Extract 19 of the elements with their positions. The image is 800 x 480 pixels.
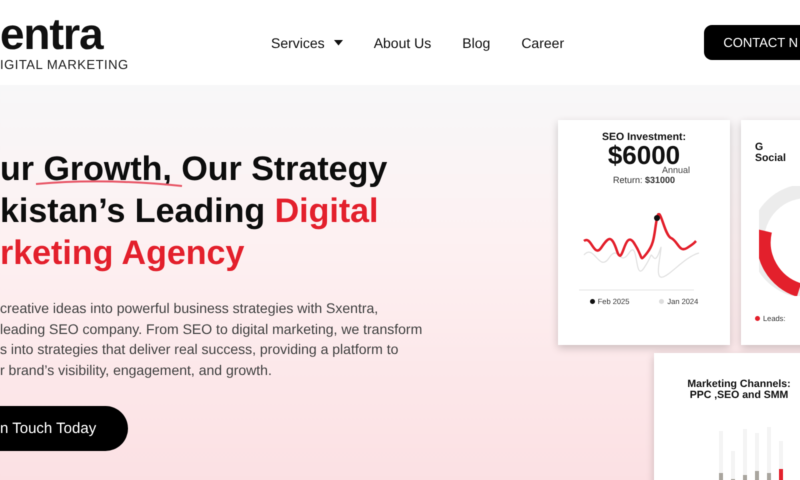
get-in-touch-button[interactable]: n Touch Today	[0, 406, 128, 451]
card-title: G	[755, 142, 764, 153]
logo-wordmark[interactable]: entra	[0, 15, 200, 55]
logo-tagline: IGITAL MARKETING	[0, 57, 130, 72]
period-label: Annual	[662, 165, 690, 175]
nav-link[interactable]: Services	[271, 34, 343, 50]
nav-link[interactable]: Career	[521, 34, 564, 50]
investment-amount: $6000	[608, 143, 680, 167]
nav-link[interactable]: Blog	[462, 34, 490, 50]
return-text: Return: $31000	[612, 175, 676, 185]
contact-button[interactable]: CONTACT N	[704, 25, 800, 60]
card-title: Marketing Channels:	[687, 379, 791, 390]
nav-link[interactable]: About Us	[374, 34, 432, 50]
card-title: Social	[755, 153, 786, 164]
hero-paragraph: creative ideas into powerful business strategies with Sxentra, leading SEO company. From SEO to digital marketing, we transform s into strategies that deliver real success, providing a platform to r brand’s visibility, engagement, and growth.	[0, 299, 424, 380]
hero-headline: ur Growth, Our Strategy kistan’s Leading Digital rketing Agency	[0, 149, 388, 274]
caret-icon	[334, 40, 343, 46]
card-title: PPC ,SEO and SMM	[690, 390, 788, 401]
card-title: SEO Investment:	[602, 132, 686, 143]
